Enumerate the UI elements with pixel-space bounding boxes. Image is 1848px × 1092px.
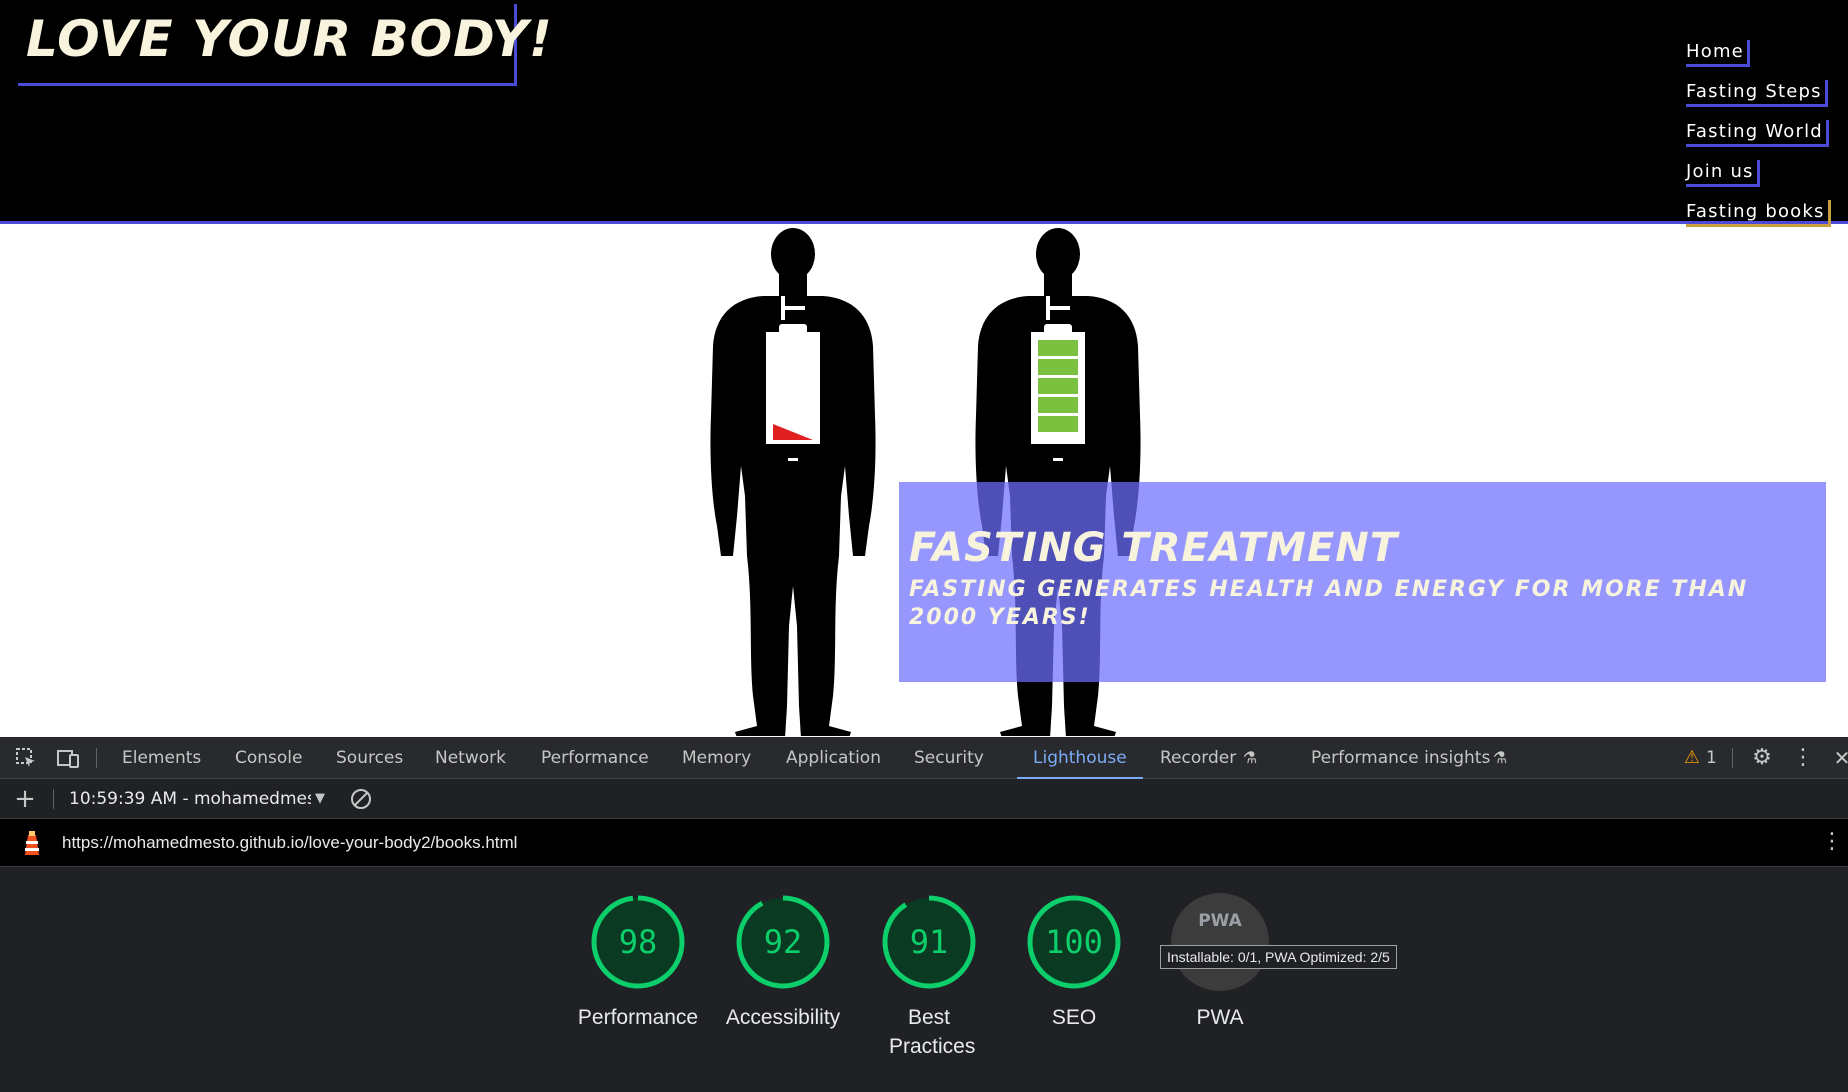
tab-application[interactable]: Application xyxy=(786,737,881,779)
tab-elements[interactable]: Elements xyxy=(122,737,201,779)
toolbar-divider xyxy=(53,789,54,809)
tab-network[interactable]: Network xyxy=(435,737,506,779)
report-selector[interactable]: 10:59:39 AM - mohamedmestı xyxy=(69,779,311,819)
hero-banner: FASTING TREATMENT FASTING GENERATES HEAL… xyxy=(899,482,1826,682)
score-label: SEO xyxy=(1051,1006,1097,1029)
score-label: PWA xyxy=(1196,1006,1244,1029)
lighthouse-icon xyxy=(20,829,44,855)
devtools-tabbar: Elements Console Sources Network Perform… xyxy=(0,737,1848,779)
tab-recorder[interactable]: Recorder xyxy=(1160,737,1236,779)
pwa-tooltip: Installable: 0/1, PWA Optimized: 2/5 xyxy=(1160,945,1397,969)
nav-link-fasting-books[interactable]: Fasting books xyxy=(1686,200,1831,227)
page-viewport: LOVE YOUR BODY! Home Fasting Steps Fasti… xyxy=(0,0,1848,737)
settings-gear-icon[interactable]: ⚙ xyxy=(1750,746,1774,770)
tab-performance-insights[interactable]: Performance insights xyxy=(1311,737,1490,779)
dropdown-arrow-icon[interactable]: ▼ xyxy=(308,787,332,811)
main-nav: Home Fasting Steps Fasting World Join us… xyxy=(1686,40,1846,240)
tab-sources[interactable]: Sources xyxy=(336,737,403,779)
warning-icon[interactable]: ⚠ xyxy=(1680,746,1704,770)
report-menu-icon[interactable]: ⋮ xyxy=(1820,830,1844,854)
pwa-badge-text: PWA xyxy=(1198,911,1242,931)
tab-performance[interactable]: Performance xyxy=(541,737,649,779)
tab-lighthouse[interactable]: Lighthouse xyxy=(1017,737,1143,779)
report-url-bar: https://mohamedmesto.github.io/love-your… xyxy=(0,819,1848,867)
close-icon[interactable]: ✕ xyxy=(1830,746,1848,770)
nav-link-fasting-world[interactable]: Fasting World xyxy=(1686,120,1829,147)
devtools-panel: Elements Console Sources Network Perform… xyxy=(0,737,1848,1092)
experimental-flask-icon: ⚗ xyxy=(1492,748,1508,767)
score-label: Best Practices xyxy=(889,1006,976,1058)
nav-link-home[interactable]: Home xyxy=(1686,40,1750,67)
warning-count[interactable]: 1 xyxy=(1706,737,1717,779)
tab-security[interactable]: Security xyxy=(914,737,984,779)
inspect-element-icon[interactable] xyxy=(14,746,38,770)
score-value: 100 xyxy=(1045,923,1103,961)
score-label: Performance xyxy=(577,1006,699,1029)
tab-memory[interactable]: Memory xyxy=(682,737,751,779)
tabbar-divider xyxy=(96,748,97,768)
new-report-plus-icon[interactable]: + xyxy=(13,786,37,812)
report-url[interactable]: https://mohamedmesto.github.io/love-your… xyxy=(62,819,517,866)
site-header: LOVE YOUR BODY! Home Fasting Steps Fasti… xyxy=(0,0,1848,227)
device-toolbar-icon[interactable] xyxy=(56,746,80,770)
score-gauge-seo[interactable]: 100 SEO xyxy=(1004,893,1144,1032)
experimental-flask-icon: ⚗ xyxy=(1242,748,1258,767)
score-gauge-best-practices[interactable]: 91 Best Practices xyxy=(859,893,999,1061)
hero-title: FASTING TREATMENT xyxy=(909,525,1399,571)
score-value: 91 xyxy=(909,923,949,961)
score-value: 92 xyxy=(763,923,803,961)
score-label: Accessibility xyxy=(725,1006,841,1029)
tab-console[interactable]: Console xyxy=(235,737,303,779)
lighthouse-scores: 98 Performance 92 Accessibility 91 Best … xyxy=(0,867,1848,1092)
score-gauge-accessibility[interactable]: 92 Accessibility xyxy=(713,893,853,1032)
clear-all-icon[interactable] xyxy=(349,787,373,811)
tabbar-divider xyxy=(1732,748,1733,768)
nav-link-join-us[interactable]: Join us xyxy=(1686,160,1760,187)
hero-subtitle: FASTING GENERATES HEALTH AND ENERGY FOR … xyxy=(909,577,1749,630)
lighthouse-toolbar: + 10:59:39 AM - mohamedmestı ▼ xyxy=(0,779,1848,819)
score-value: 98 xyxy=(618,923,658,961)
score-gauge-performance[interactable]: 98 Performance xyxy=(568,893,708,1032)
logo-box[interactable]: LOVE YOUR BODY! xyxy=(18,4,552,86)
site-logo[interactable]: LOVE YOUR BODY! xyxy=(26,10,553,68)
nav-link-fasting-steps[interactable]: Fasting Steps xyxy=(1686,80,1828,107)
more-options-icon[interactable]: ⋮ xyxy=(1791,746,1815,770)
